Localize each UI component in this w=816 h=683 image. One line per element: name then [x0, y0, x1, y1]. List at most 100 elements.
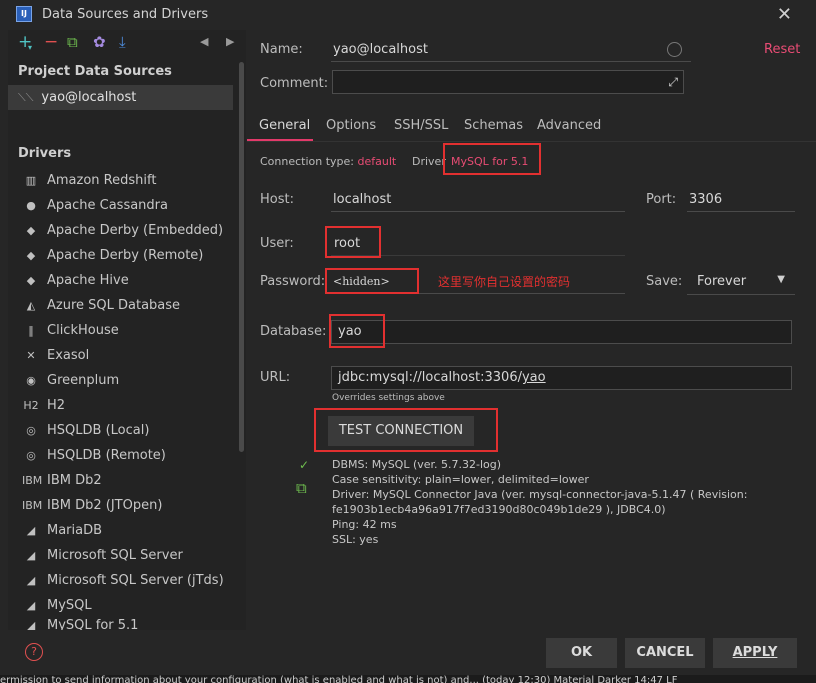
duplicate-icon[interactable]: ⧉ — [67, 34, 78, 50]
close-icon[interactable]: ✕ — [777, 4, 792, 25]
color-circle-icon[interactable] — [667, 42, 682, 57]
tab-ssh-ssl[interactable]: SSH/SSL — [394, 118, 448, 133]
port-value: 3306 — [689, 192, 723, 207]
help-icon[interactable]: ? — [25, 643, 43, 661]
driver-label: IBM Db2 — [47, 473, 102, 488]
database-field[interactable]: yao — [331, 320, 792, 344]
driver-icon: ◭ — [26, 299, 36, 312]
comment-field[interactable]: ⤢ — [332, 70, 684, 94]
driver-label: MySQL — [47, 598, 92, 613]
remove-icon[interactable]: − — [44, 34, 58, 51]
url-database: yao — [521, 370, 546, 385]
driver-icon: ✕ — [26, 349, 36, 362]
driver-item[interactable]: ◢ Microsoft SQL Server (jTds) — [8, 568, 238, 593]
data-sources-dialog: IJ Data Sources and Drivers ✕ + ▾ − ⧉ ✿ … — [0, 0, 816, 683]
expand-icon[interactable]: ⤢ — [668, 71, 678, 93]
cancel-button[interactable]: CANCEL — [625, 638, 705, 668]
comment-label: Comment: — [260, 76, 329, 91]
driver-icon: ▥ — [25, 174, 37, 187]
driver-item[interactable]: ◎ HSQLDB (Local) — [8, 418, 238, 443]
driver-icon: IBM — [22, 499, 43, 512]
driver-item[interactable]: ▥ Amazon Redshift — [8, 168, 238, 193]
active-tab-indicator — [247, 139, 313, 141]
driver-item[interactable]: ◎ HSQLDB (Remote) — [8, 443, 238, 468]
driver-label: Microsoft SQL Server — [47, 548, 183, 563]
ok-button[interactable]: OK — [546, 638, 617, 668]
driver-item[interactable]: ◢ Microsoft SQL Server — [8, 543, 238, 568]
driver-item[interactable]: ◆ Apache Derby (Remote) — [8, 243, 238, 268]
driver-item[interactable]: ◉ Greenplum — [8, 368, 238, 393]
driver-icon: ◢ — [26, 599, 36, 612]
password-label: Password: — [260, 274, 326, 289]
driver-label: Azure SQL Database — [47, 298, 181, 313]
driver-label: Microsoft SQL Server (jTds) — [47, 573, 224, 588]
driver-item[interactable]: ◭ Azure SQL Database — [8, 293, 238, 318]
tab-advanced[interactable]: Advanced — [537, 118, 601, 133]
data-source-item[interactable]: ⟍⟍ yao@localhost — [8, 85, 233, 110]
driver-icon: ◆ — [26, 224, 36, 237]
port-label: Port: — [646, 192, 677, 207]
driver-item[interactable]: ‖ ClickHouse — [8, 318, 238, 343]
tab-options[interactable]: Options — [326, 118, 376, 133]
driver-item[interactable]: ◢ MariaDB — [8, 518, 238, 543]
user-label: User: — [260, 236, 294, 251]
apply-button[interactable]: APPLY — [713, 638, 797, 668]
port-field[interactable]: 3306 — [687, 186, 795, 212]
save-dropdown[interactable]: Forever ▼ — [687, 267, 795, 295]
url-field[interactable]: jdbc:mysql://localhost:3306/yao — [331, 366, 792, 390]
driver-icon: ◎ — [26, 449, 36, 462]
driver-icon: ◉ — [26, 374, 36, 387]
back-arrow-icon[interactable]: ◀ — [200, 34, 208, 50]
driver-label: MariaDB — [47, 523, 103, 538]
result-line: SSL: yes — [332, 533, 379, 546]
driver-item[interactable]: H2 H2 — [8, 393, 238, 418]
driver-item[interactable]: ● Apache Cassandra — [8, 193, 238, 218]
driver-item[interactable]: IBM IBM Db2 — [8, 468, 238, 493]
name-field[interactable]: yao@localhost — [331, 36, 691, 62]
driver-settings-icon[interactable]: ✿ — [93, 34, 106, 50]
connection-type-row: Connection type: default — [260, 155, 396, 168]
driver-icon: ◢ — [26, 549, 36, 562]
forward-arrow-icon[interactable]: ▶ — [226, 34, 234, 50]
driver-icon: ◢ — [26, 524, 36, 537]
result-line: Case sensitivity: plain=lower, delimited… — [332, 473, 589, 486]
copy-result-icon[interactable]: ⧉ — [296, 479, 307, 497]
driver-icon: ● — [26, 199, 36, 212]
add-dropdown-icon[interactable]: ▾ — [28, 40, 32, 56]
driver-item[interactable]: ✕ Exasol — [8, 343, 238, 368]
highlight-password-box — [325, 268, 419, 294]
connection-type-label: Connection type: — [260, 155, 355, 168]
database-label: Database: — [260, 324, 327, 339]
driver-label: Apache Cassandra — [47, 198, 168, 213]
data-source-label: yao@localhost — [41, 90, 137, 105]
tab-schemas[interactable]: Schemas — [464, 118, 523, 133]
status-bar: ermission to send information about your… — [0, 675, 816, 683]
highlight-database-box — [329, 314, 385, 348]
left-panel: + ▾ − ⧉ ✿ ⤓ ◀ ▶ Project Data Sources ⟍⟍ … — [8, 30, 246, 632]
url-hint: Overrides settings above — [332, 393, 445, 403]
driver-item[interactable]: IBM IBM Db2 (JTOpen) — [8, 493, 238, 518]
reset-link[interactable]: Reset — [764, 42, 800, 57]
tab-general[interactable]: General — [259, 118, 310, 133]
success-check-icon: ✓ — [299, 458, 310, 472]
host-value: localhost — [333, 192, 392, 207]
connection-type-value[interactable]: default — [358, 155, 397, 168]
left-scrollbar[interactable] — [239, 62, 244, 452]
host-field[interactable]: localhost — [331, 186, 625, 212]
driver-icon: IBM — [22, 474, 43, 487]
import-icon[interactable]: ⤓ — [119, 34, 126, 50]
save-label: Save: — [646, 274, 683, 289]
tab-bar: General Options SSH/SSL Schemas Advanced — [247, 112, 816, 142]
driver-item[interactable]: ◆ Apache Hive — [8, 268, 238, 293]
url-prefix: jdbc:mysql://localhost:3306/ — [338, 370, 522, 385]
name-label: Name: — [260, 42, 303, 57]
driver-label: Apache Hive — [47, 273, 129, 288]
driver-icon: ◆ — [26, 274, 36, 287]
driver-item[interactable]: ◆ Apache Derby (Embedded) — [8, 218, 238, 243]
project-data-sources-heading: Project Data Sources — [18, 64, 172, 79]
highlight-test-box — [314, 408, 498, 452]
driver-label: ClickHouse — [47, 323, 119, 338]
driver-label: H2 — [47, 398, 66, 413]
driver-item[interactable]: ◢ MySQL — [8, 593, 238, 618]
dropdown-arrow-icon: ▼ — [777, 274, 785, 285]
